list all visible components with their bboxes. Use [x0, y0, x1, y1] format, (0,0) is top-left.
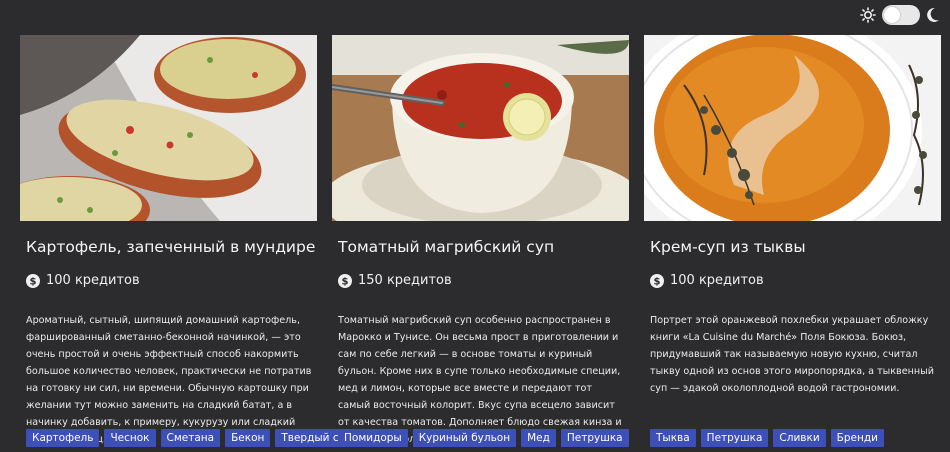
- tag[interactable]: Бренди: [830, 429, 884, 447]
- price-value: 100 кредитов: [670, 273, 764, 288]
- tag[interactable]: Картофель: [26, 429, 100, 447]
- tag[interactable]: Петрушка: [560, 429, 629, 447]
- svg-text:$: $: [342, 276, 349, 287]
- dollar-coin-icon: $: [26, 273, 40, 288]
- dollar-coin-icon: $: [338, 273, 352, 288]
- sun-icon[interactable]: [860, 7, 876, 23]
- recipe-photo-potatoes[interactable]: [20, 35, 317, 221]
- tag-list: Картофель Чеснок Сметана Бекон Твердый с…: [26, 429, 360, 447]
- theme-toggle[interactable]: [882, 5, 920, 25]
- tag[interactable]: Чеснок: [104, 429, 156, 447]
- recipe-card[interactable]: Крем-суп из тыквы $ 100 кредитов Портрет…: [644, 35, 941, 452]
- tag[interactable]: Сметана: [160, 429, 221, 447]
- tag[interactable]: Сливки: [773, 429, 826, 447]
- recipe-price: $ 100 кредитов: [26, 273, 140, 288]
- recipe-photo-pumpkin-soup[interactable]: [644, 35, 941, 221]
- recipe-title[interactable]: Картофель, запеченный в мундире: [26, 238, 315, 256]
- recipe-photo-tomato-soup[interactable]: [332, 35, 629, 221]
- moon-icon[interactable]: [926, 7, 940, 23]
- recipe-title[interactable]: Томатный магрибский суп: [338, 238, 625, 256]
- toggle-knob: [884, 7, 900, 23]
- price-value: 150 кредитов: [358, 273, 452, 288]
- recipe-title[interactable]: Крем-суп из тыквы: [650, 238, 937, 256]
- recipe-description: Томатный магрибский суп особенно распрос…: [338, 315, 622, 445]
- tag[interactable]: Тыква: [650, 429, 696, 447]
- tag[interactable]: Петрушка: [700, 429, 769, 447]
- tag-list: Тыква Петрушка Сливки Бренди: [650, 429, 884, 447]
- recipe-card[interactable]: Картофель, запеченный в мундире $ 100 кр…: [20, 35, 360, 452]
- theme-switcher: [860, 4, 940, 26]
- svg-text:$: $: [654, 276, 661, 287]
- svg-text:$: $: [30, 276, 37, 287]
- price-value: 100 кредитов: [46, 273, 140, 288]
- recipe-card[interactable]: Томатный магрибский суп $ 150 кредитов Т…: [332, 35, 629, 452]
- dollar-coin-icon: $: [650, 273, 664, 288]
- tag[interactable]: Мед: [521, 429, 556, 447]
- recipe-list: Картофель, запеченный в мундире $ 100 кр…: [20, 35, 941, 452]
- tag[interactable]: Бекон: [225, 429, 271, 447]
- tag-list: Помидоры Куриный бульон Мед Петрушка: [338, 429, 629, 447]
- recipe-description: Портрет этой оранжевой похлебки украшает…: [650, 315, 934, 394]
- recipe-description: Ароматный, сытный, шипящий домашний карт…: [26, 315, 312, 445]
- tag[interactable]: Помидоры: [338, 429, 408, 447]
- recipe-price: $ 100 кредитов: [650, 273, 764, 288]
- tag[interactable]: Куриный бульон: [412, 429, 517, 447]
- recipe-price: $ 150 кредитов: [338, 273, 452, 288]
